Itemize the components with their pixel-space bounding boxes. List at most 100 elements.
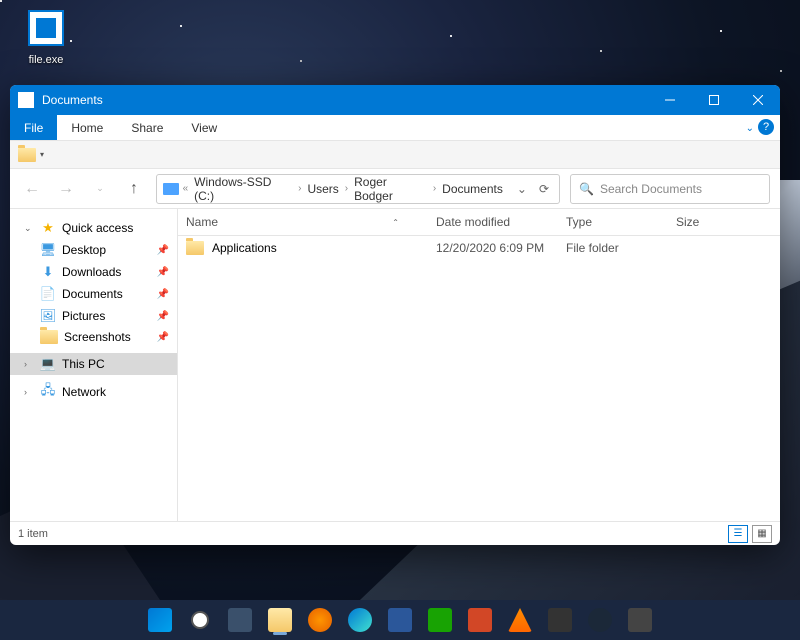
sidebar-item-documents[interactable]: 📄 Documents 📌 <box>10 283 177 305</box>
sidebar-item-pictures[interactable]: 🖼 Pictures 📌 <box>10 305 177 327</box>
item-count: 1 item <box>18 528 48 540</box>
taskbar-steam[interactable] <box>581 604 619 636</box>
ribbon-collapse-icon[interactable]: ⌄ <box>746 123 754 134</box>
pin-icon: 📌 <box>157 267 169 278</box>
taskbar-vlc[interactable] <box>501 604 539 636</box>
folder-icon <box>18 148 36 162</box>
breadcrumb-segment[interactable]: Roger Bodger <box>352 173 429 205</box>
expand-icon[interactable]: › <box>24 359 34 369</box>
thumbnails-view-button[interactable]: ▦ <box>752 525 772 543</box>
taskbar-powerpoint[interactable] <box>461 604 499 636</box>
pictures-icon: 🖼 <box>40 308 56 324</box>
taskbar-app[interactable] <box>541 604 579 636</box>
documents-icon: 📄 <box>40 286 56 302</box>
refresh-button[interactable]: ⟳ <box>535 182 553 196</box>
task-view-button[interactable] <box>221 604 259 636</box>
file-date: 12/20/2020 6:09 PM <box>428 241 558 255</box>
back-button[interactable]: ← <box>20 177 44 201</box>
sidebar-item-label: Pictures <box>62 309 105 323</box>
sidebar-item-label: Screenshots <box>64 330 131 344</box>
breadcrumb-segment[interactable]: Documents <box>440 180 505 198</box>
sidebar-network[interactable]: › 🖧 Network <box>10 381 177 403</box>
search-input[interactable]: 🔍 Search Documents <box>570 174 770 204</box>
exe-icon <box>28 10 64 46</box>
sort-indicator-icon: ⌃ <box>392 218 399 227</box>
column-size[interactable]: Size <box>668 209 780 235</box>
taskbar-libreoffice[interactable] <box>421 604 459 636</box>
qat-dropdown-icon[interactable]: ▾ <box>40 150 44 159</box>
expand-icon[interactable]: › <box>24 387 34 397</box>
menu-share[interactable]: Share <box>117 115 177 140</box>
taskbar <box>0 600 800 640</box>
start-button[interactable] <box>141 604 179 636</box>
taskbar-word[interactable] <box>381 604 419 636</box>
downloads-icon: ⬇ <box>40 264 56 280</box>
collapse-icon[interactable]: ⌄ <box>24 223 34 234</box>
sidebar-item-label: Desktop <box>62 243 106 257</box>
sidebar-item-screenshots[interactable]: Screenshots 📌 <box>10 327 177 347</box>
column-type[interactable]: Type <box>558 209 668 235</box>
chevron-icon: « <box>183 183 189 194</box>
menu-home[interactable]: Home <box>57 115 117 140</box>
address-bar[interactable]: « Windows-SSD (C:) › Users › Roger Bodge… <box>156 174 560 204</box>
taskbar-explorer[interactable] <box>261 604 299 636</box>
chevron-right-icon: › <box>433 183 436 194</box>
sidebar-quick-access[interactable]: ⌄ ★ Quick access <box>10 217 177 239</box>
file-explorer-window: Documents File Home Share View ⌄ ? ▾ ← →… <box>10 85 780 545</box>
up-button[interactable]: ↑ <box>122 177 146 201</box>
pin-icon: 📌 <box>157 245 169 256</box>
file-row[interactable]: Applications 12/20/2020 6:09 PM File fol… <box>178 236 780 260</box>
sidebar-item-label: Quick access <box>62 221 133 235</box>
breadcrumb-segment[interactable]: Users <box>305 180 340 198</box>
taskbar-app2[interactable] <box>621 604 659 636</box>
desktop-shortcut-file-exe[interactable]: file.exe <box>18 10 74 68</box>
breadcrumb-segment[interactable]: Windows-SSD (C:) <box>192 173 294 205</box>
window-title: Documents <box>42 93 103 107</box>
quick-access-toolbar: ▾ <box>10 141 780 169</box>
column-name[interactable]: Name ⌃ <box>178 209 428 235</box>
column-headers: Name ⌃ Date modified Type Size <box>178 209 780 236</box>
menu-view[interactable]: View <box>177 115 231 140</box>
details-view-button[interactable]: ☰ <box>728 525 748 543</box>
search-icon: 🔍 <box>579 182 594 196</box>
recent-dropdown[interactable]: ⌄ <box>88 177 112 201</box>
star-icon: ★ <box>40 220 56 236</box>
maximize-button[interactable] <box>692 85 736 115</box>
documents-icon <box>18 92 34 108</box>
network-icon: 🖧 <box>40 384 56 400</box>
titlebar[interactable]: Documents <box>10 85 780 115</box>
column-date[interactable]: Date modified <box>428 209 558 235</box>
sidebar-item-label: Network <box>62 385 106 399</box>
help-button[interactable]: ? <box>758 119 774 135</box>
chevron-right-icon: › <box>298 183 301 194</box>
pin-icon: 📌 <box>157 311 169 322</box>
navigation-bar: ← → ⌄ ↑ « Windows-SSD (C:) › Users › Rog… <box>10 169 780 209</box>
pin-icon: 📌 <box>157 332 169 343</box>
desktop-icon-label: file.exe <box>29 54 64 66</box>
file-list: Name ⌃ Date modified Type Size Applicati… <box>178 209 780 521</box>
menubar: File Home Share View ⌄ ? <box>10 115 780 141</box>
taskbar-edge[interactable] <box>341 604 379 636</box>
close-button[interactable] <box>736 85 780 115</box>
sidebar-this-pc[interactable]: › 💻 This PC <box>10 353 177 375</box>
sidebar-item-label: This PC <box>62 357 105 371</box>
search-button[interactable] <box>181 604 219 636</box>
desktop-icon: 🖥 <box>40 242 56 258</box>
folder-icon <box>186 241 204 255</box>
sidebar-item-downloads[interactable]: ⬇ Downloads 📌 <box>10 261 177 283</box>
sidebar-item-label: Documents <box>62 287 123 301</box>
chevron-right-icon: › <box>345 183 348 194</box>
file-name: Applications <box>212 241 277 255</box>
folder-icon <box>40 330 58 344</box>
sidebar-item-label: Downloads <box>62 265 121 279</box>
taskbar-firefox[interactable] <box>301 604 339 636</box>
minimize-button[interactable] <box>648 85 692 115</box>
file-type: File folder <box>558 241 668 255</box>
menu-file[interactable]: File <box>10 115 57 140</box>
pin-icon: 📌 <box>157 289 169 300</box>
pc-icon: 💻 <box>40 356 56 372</box>
search-placeholder: Search Documents <box>600 182 702 196</box>
sidebar-item-desktop[interactable]: 🖥 Desktop 📌 <box>10 239 177 261</box>
forward-button[interactable]: → <box>54 177 78 201</box>
address-dropdown-icon[interactable]: ⌄ <box>513 182 531 196</box>
